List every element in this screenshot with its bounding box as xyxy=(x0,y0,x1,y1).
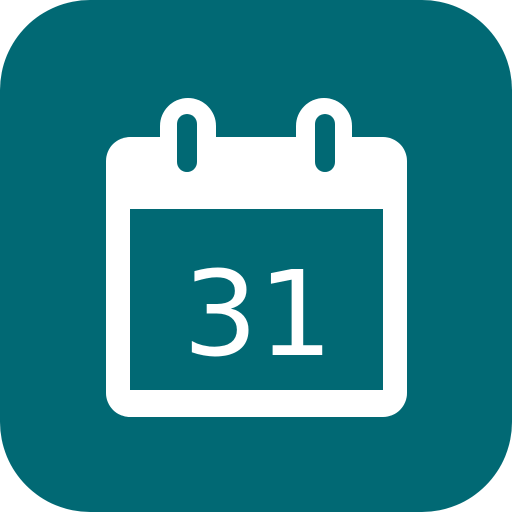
calendar-app-icon[interactable]: 31 xyxy=(0,0,512,512)
calendar-icon: 31 xyxy=(0,0,512,512)
calendar-ring-left-hole xyxy=(177,114,197,172)
calendar-day-number: 31 xyxy=(183,245,333,383)
calendar-ring-right-hole xyxy=(315,114,335,172)
